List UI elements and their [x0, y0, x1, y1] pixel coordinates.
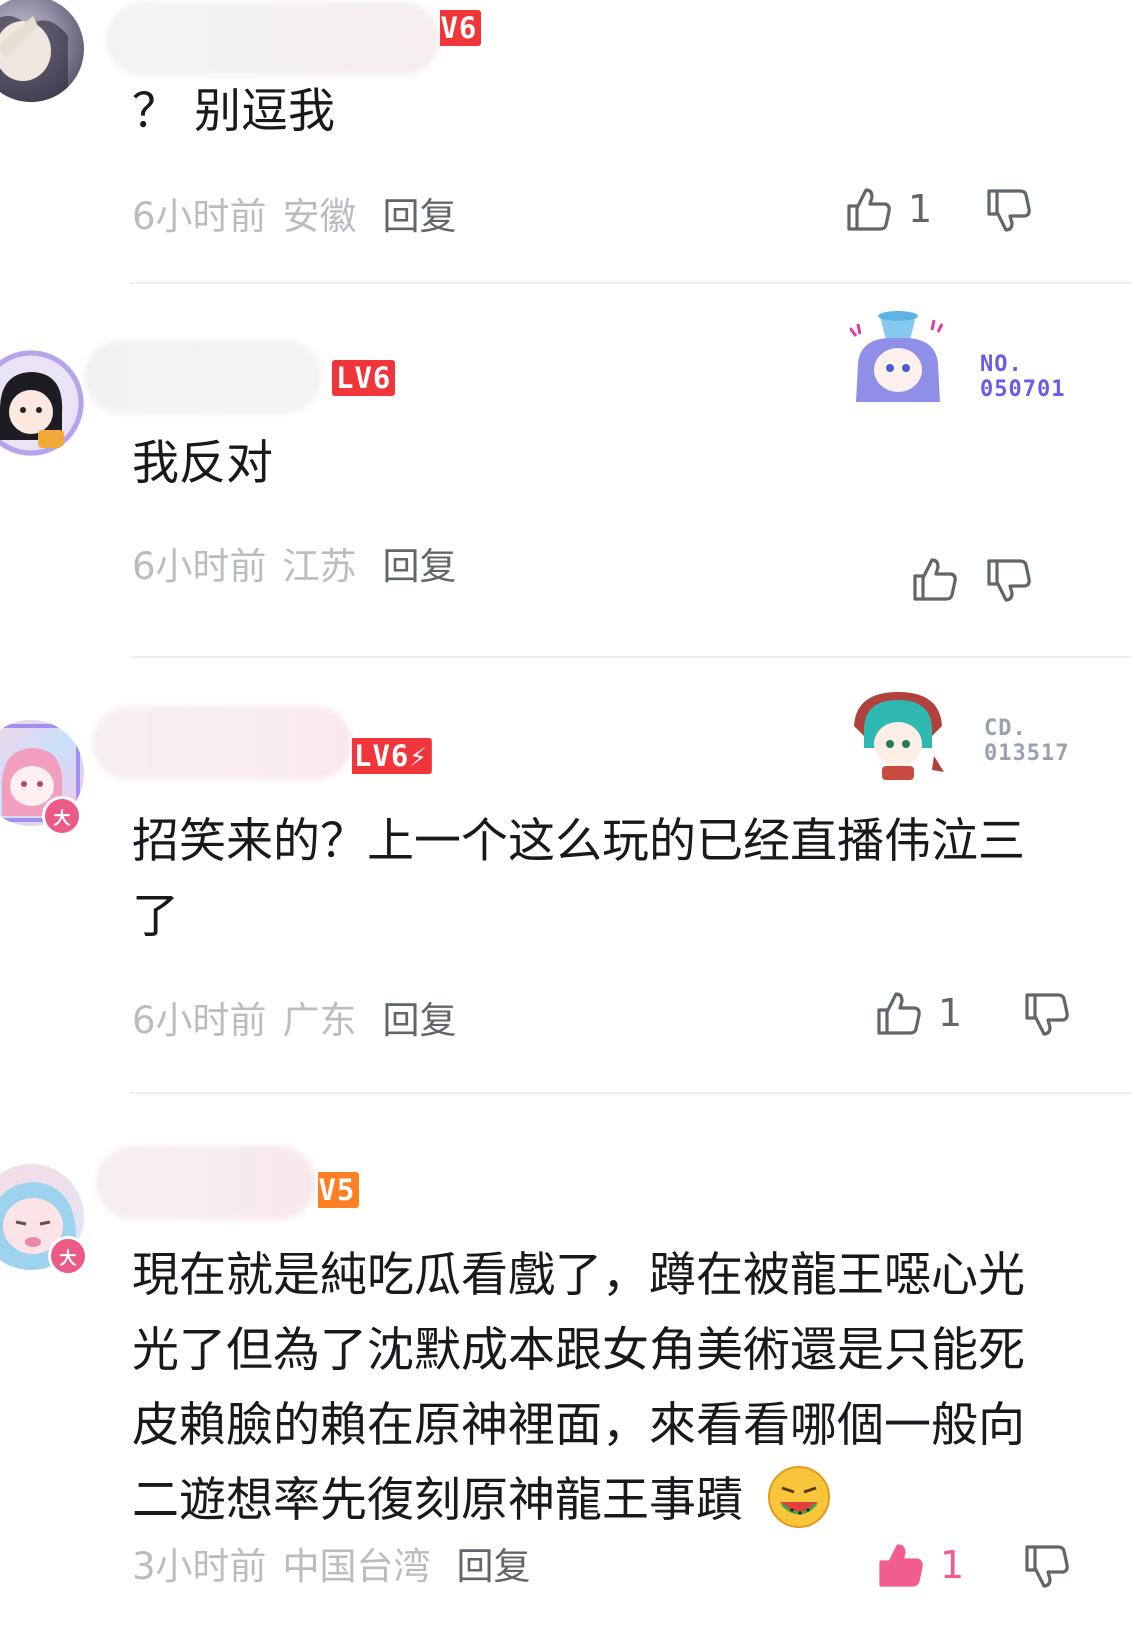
- like-button[interactable]: 1: [876, 1540, 964, 1590]
- fan-number-value: 013517: [984, 741, 1070, 766]
- thumbs-down-icon: [987, 189, 1031, 232]
- timestamp: 6小时前: [132, 999, 267, 1042]
- comment-text: 招笑来的？上一个这么玩的已经直播伟泣三 了: [132, 804, 1025, 954]
- reply-button[interactable]: 回复: [383, 999, 457, 1042]
- comment-meta: 6小时前 广东 回复: [132, 990, 457, 1044]
- fan-number-prefix: NO.: [980, 352, 1023, 377]
- thumbs-up-icon: [913, 558, 957, 601]
- thumbs-up-icon: [879, 1544, 923, 1587]
- username-blurred[interactable]: [92, 706, 352, 780]
- dislike-button[interactable]: [1022, 990, 1072, 1040]
- comment-line-text: 二遊想率先復刻原神龍王事蹟: [132, 1473, 743, 1528]
- fan-card-character-icon: [848, 311, 944, 402]
- like-button[interactable]: 1: [874, 988, 962, 1038]
- thumbs-up-icon: [847, 188, 891, 231]
- comment-line: 光了但為了沈默成本跟女角美術還是只能死: [132, 1323, 1025, 1378]
- lightning-icon: ⚡: [409, 739, 428, 773]
- fan-card-avatar[interactable]: [848, 302, 946, 410]
- vip-badge: 大: [42, 796, 82, 836]
- fan-card-avatar[interactable]: [850, 686, 946, 794]
- thumbs-up-icon: [877, 992, 921, 1035]
- timestamp: 3小时前: [132, 1545, 267, 1588]
- comment-line: ？ 别逗我: [132, 84, 335, 139]
- fan-card-character-icon: [854, 692, 944, 780]
- reply-button[interactable]: 回复: [383, 195, 457, 238]
- like-count: 1: [938, 991, 963, 1035]
- comment-text: 我反对: [132, 426, 273, 501]
- comment-line: 我反对: [132, 436, 273, 491]
- avatar-art-icon: [0, 350, 84, 456]
- ip-region: 安徽: [282, 195, 357, 238]
- level-badge-text: LV6: [354, 739, 410, 773]
- fan-number: NO. 050701: [980, 352, 1065, 402]
- comment-line: 招笑来的？上一个这么玩的已经直播伟泣三: [132, 814, 1025, 869]
- ip-region: 江苏: [282, 545, 357, 588]
- comment-line: 了: [132, 889, 179, 944]
- thumbs-down-icon: [987, 559, 1031, 602]
- avatar[interactable]: [0, 350, 84, 456]
- timestamp: 6小时前: [132, 545, 267, 588]
- divider: [130, 656, 1132, 658]
- comment-line: 二遊想率先復刻原神龍王事蹟: [132, 1463, 1025, 1538]
- level-badge: LV6⚡: [351, 738, 432, 774]
- comment-line: 現在就是純吃瓜看戲了，蹲在被龍王噁心光: [132, 1248, 1025, 1303]
- reply-button[interactable]: 回复: [383, 545, 457, 588]
- like-count: 1: [940, 1543, 965, 1587]
- divider: [130, 1092, 1132, 1094]
- comment-meta: 6小时前 江苏 回复: [132, 536, 457, 590]
- username-blurred[interactable]: [84, 340, 322, 414]
- avatar-art-icon: [0, 16, 68, 102]
- thumbs-down-icon: [1025, 1545, 1069, 1588]
- level-badge: LV6: [332, 360, 396, 396]
- like-count: 1: [908, 187, 933, 231]
- comment-meta: 3小时前 中国台湾 回复: [132, 1536, 531, 1590]
- reply-button[interactable]: 回复: [457, 1545, 531, 1588]
- dislike-button[interactable]: [1022, 1542, 1072, 1592]
- timestamp: 6小时前: [132, 195, 267, 238]
- like-button[interactable]: [910, 554, 974, 604]
- like-button[interactable]: 1: [844, 184, 932, 234]
- comment-text: ？ 别逗我: [132, 74, 335, 149]
- thumbs-down-icon: [1025, 993, 1069, 1036]
- fan-number: CD. 013517: [984, 716, 1069, 766]
- comment-text: 現在就是純吃瓜看戲了，蹲在被龍王噁心光 光了但為了沈默成本跟女角美術還是只能死 …: [132, 1238, 1025, 1538]
- dislike-button[interactable]: [984, 556, 1034, 606]
- dislike-button[interactable]: [984, 186, 1034, 236]
- fan-number-prefix: CD.: [984, 716, 1027, 741]
- comment-line: 皮賴臉的賴在原神裡面，來看看哪個一般向: [132, 1398, 1025, 1453]
- username-blurred[interactable]: [96, 1146, 316, 1220]
- username-blurred[interactable]: [106, 2, 440, 76]
- comment-meta: 6小时前 安徽 回复: [132, 186, 457, 240]
- divider: [130, 282, 1132, 284]
- ip-region: 广东: [282, 999, 357, 1042]
- vip-badge: 大: [48, 1236, 88, 1276]
- avatar[interactable]: [0, 0, 84, 102]
- watermelon-grin-emoji-icon: [767, 1466, 830, 1528]
- fan-number-value: 050701: [980, 377, 1066, 402]
- ip-region: 中国台湾: [282, 1545, 431, 1588]
